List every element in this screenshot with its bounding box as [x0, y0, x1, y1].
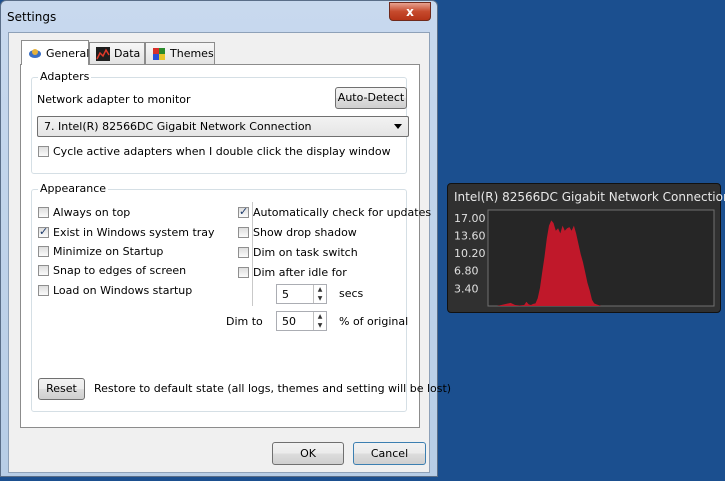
- checkbox-label: Automatically check for updates: [253, 206, 432, 219]
- gear-icon: [28, 46, 42, 60]
- checkbox-box[interactable]: [38, 285, 49, 296]
- checkbox-box-checked[interactable]: [38, 225, 49, 238]
- chart-icon: [96, 46, 110, 61]
- reset-button[interactable]: Reset: [38, 378, 85, 400]
- cycle-adapters-label: Cycle active adapters when I double clic…: [53, 145, 391, 158]
- dim-task-switch-checkbox[interactable]: Dim on task switch: [238, 246, 358, 259]
- spin-up-icon[interactable]: ▲: [314, 312, 326, 321]
- adapter-select-value: 7. Intel(R) 82566DC Gigabit Network Conn…: [44, 120, 312, 133]
- idle-seconds-value[interactable]: 5: [282, 288, 289, 301]
- adapters-group-label: Adapters: [38, 70, 92, 83]
- y-tick-label: 3.40: [454, 282, 479, 295]
- checkbox-label: Dim after idle for: [253, 266, 347, 279]
- checkbox-box[interactable]: [38, 265, 49, 276]
- dim-percent-value[interactable]: 50: [282, 315, 296, 328]
- appearance-group-label: Appearance: [38, 182, 109, 195]
- spin-up-icon[interactable]: ▲: [314, 285, 326, 294]
- checkbox-box[interactable]: [238, 267, 249, 278]
- tab-data-label: Data: [114, 47, 141, 60]
- checkbox-label: Show drop shadow: [253, 226, 357, 239]
- checkbox-box[interactable]: [38, 207, 49, 218]
- tab-themes-label: Themes: [170, 47, 214, 60]
- y-tick-label: 10.20: [454, 247, 486, 260]
- tab-general[interactable]: General: [21, 40, 89, 65]
- checkbox-box[interactable]: [38, 246, 49, 257]
- checkbox-box[interactable]: [238, 227, 249, 238]
- checkbox-box-checked[interactable]: [238, 205, 249, 218]
- spin-buttons[interactable]: ▲ ▼: [313, 285, 326, 303]
- drop-shadow-checkbox[interactable]: Show drop shadow: [238, 226, 357, 239]
- palette-icon: [152, 47, 166, 61]
- cycle-adapters-checkbox[interactable]: Cycle active adapters when I double clic…: [38, 145, 391, 158]
- dim-unit-label: % of original: [339, 315, 409, 328]
- cancel-button[interactable]: Cancel: [353, 442, 426, 465]
- adapter-select[interactable]: 7. Intel(R) 82566DC Gigabit Network Conn…: [37, 116, 409, 137]
- checkbox-label: Always on top: [53, 206, 131, 219]
- adapter-monitor-label: Network adapter to monitor: [37, 93, 191, 106]
- general-panel: Adapters Network adapter to monitor Auto…: [20, 64, 451, 428]
- always-on-top-checkbox[interactable]: Always on top: [38, 206, 130, 219]
- checkbox-label: Minimize on Startup: [53, 245, 164, 258]
- checkbox-label: Exist in Windows system tray: [53, 226, 215, 239]
- network-monitor-gadget[interactable]: Intel(R) 82566DC Gigabit Network Connect…: [447, 183, 725, 313]
- dim-to-label: Dim to: [226, 315, 263, 328]
- window-title: Settings: [7, 10, 57, 24]
- checkbox-box[interactable]: [238, 247, 249, 258]
- chevron-down-icon: [394, 124, 402, 129]
- dim-percent-stepper[interactable]: 50 ▲ ▼: [276, 311, 327, 331]
- checkbox-box[interactable]: [38, 146, 49, 157]
- idle-seconds-stepper[interactable]: 5 ▲ ▼: [276, 284, 327, 304]
- dim-idle-checkbox[interactable]: Dim after idle for: [238, 266, 347, 279]
- tab-data[interactable]: Data: [89, 42, 145, 64]
- close-button[interactable]: x: [389, 2, 431, 21]
- y-tick-label: 17.00: [454, 212, 486, 225]
- appearance-group: Appearance Always on top Exist in Window…: [31, 182, 451, 412]
- adapters-group: Adapters Network adapter to monitor Auto…: [31, 70, 409, 174]
- system-tray-checkbox[interactable]: Exist in Windows system tray: [38, 225, 215, 239]
- auto-detect-button[interactable]: Auto-Detect: [335, 87, 407, 109]
- y-tick-label: 13.60: [454, 229, 486, 242]
- gadget-title: Intel(R) 82566DC Gigabit Network Connect…: [454, 190, 725, 204]
- checkbox-label: Snap to edges of screen: [53, 264, 187, 277]
- y-tick-label: 6.80: [454, 265, 479, 278]
- load-startup-checkbox[interactable]: Load on Windows startup: [38, 284, 192, 297]
- auto-update-checkbox[interactable]: Automatically check for updates: [238, 205, 432, 219]
- settings-window: Settings x General Data Themes Adapters: [0, 0, 451, 477]
- minimize-startup-checkbox[interactable]: Minimize on Startup: [38, 245, 163, 258]
- snap-edges-checkbox[interactable]: Snap to edges of screen: [38, 264, 186, 277]
- spin-buttons[interactable]: ▲ ▼: [313, 312, 326, 330]
- checkbox-label: Dim on task switch: [253, 246, 358, 259]
- ok-button[interactable]: OK: [272, 442, 344, 465]
- tab-general-label: General: [46, 46, 90, 60]
- title-bar[interactable]: Settings x: [1, 1, 437, 33]
- spin-down-icon[interactable]: ▼: [314, 321, 326, 330]
- plot-area: [487, 209, 715, 307]
- idle-unit-label: secs: [339, 287, 364, 300]
- checkbox-label: Load on Windows startup: [53, 284, 193, 297]
- reset-description: Restore to default state (all logs, them…: [94, 382, 452, 395]
- dialog-client: General Data Themes Adapters Network ada…: [8, 32, 451, 473]
- tab-themes[interactable]: Themes: [145, 42, 215, 64]
- spin-down-icon[interactable]: ▼: [314, 294, 326, 303]
- bandwidth-chart: 17.00 13.60 10.20 6.80 3.40: [454, 209, 715, 307]
